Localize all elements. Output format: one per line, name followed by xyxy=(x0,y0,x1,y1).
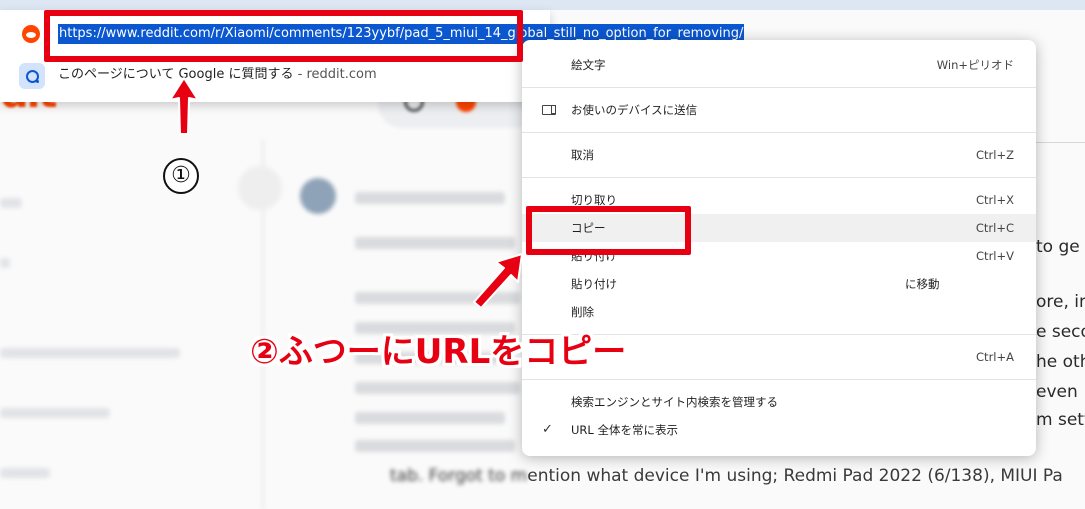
post-text-line: tab. Forgot to mention what device I'm u… xyxy=(390,466,1063,486)
left-sidebar xyxy=(0,140,265,509)
menu-item-emoji[interactable]: 絵文字 Win+ピリオド xyxy=(522,51,1036,79)
annotation-url-highlight-box xyxy=(44,10,523,62)
omnibox-suggestion[interactable]: このページについて Google に質問する - reddit.com xyxy=(58,65,377,85)
reddit-favicon-icon xyxy=(22,25,40,43)
menu-item-show-full-url[interactable]: ✓ URL 全体を常に表示 xyxy=(522,416,1036,444)
menu-item-undo[interactable]: 取消 Ctrl+Z xyxy=(522,141,1036,169)
annotation-arrow-up-icon xyxy=(169,77,199,135)
menu-item-paste-and-go[interactable]: 貼り付け に移動 xyxy=(522,270,1036,298)
divider xyxy=(1036,142,1085,143)
checkmark-icon: ✓ xyxy=(542,422,553,437)
menu-item-delete[interactable]: 削除 xyxy=(522,298,1036,326)
device-icon xyxy=(542,105,556,115)
annotation-step2-caption: ②ふつーにURLをコピー xyxy=(250,332,627,372)
browser-top-strip xyxy=(0,0,1085,10)
annotation-copy-highlight-box xyxy=(526,206,691,255)
post-text-fragment: m sett xyxy=(1036,410,1085,430)
post-text-fragment: even xyxy=(1036,382,1078,402)
google-lens-icon xyxy=(19,63,45,89)
post-text-fragment: to ge xyxy=(1036,237,1080,257)
menu-item-manage-search-engines[interactable]: 検索エンジンとサイト内検索を管理する xyxy=(522,388,1036,416)
menu-item-send-to-devices[interactable]: お使いのデバイスに送信 xyxy=(522,96,1036,124)
annotation-step1-marker: ① xyxy=(163,158,199,194)
back-button[interactable] xyxy=(238,166,282,210)
post-text-fragment: he oth xyxy=(1036,352,1085,372)
annotation-arrow-diagonal-icon xyxy=(473,253,523,309)
post-text-fragment: e seco xyxy=(1036,322,1085,342)
avatar xyxy=(300,178,336,214)
post-text-fragment: ore, in xyxy=(1036,292,1085,312)
